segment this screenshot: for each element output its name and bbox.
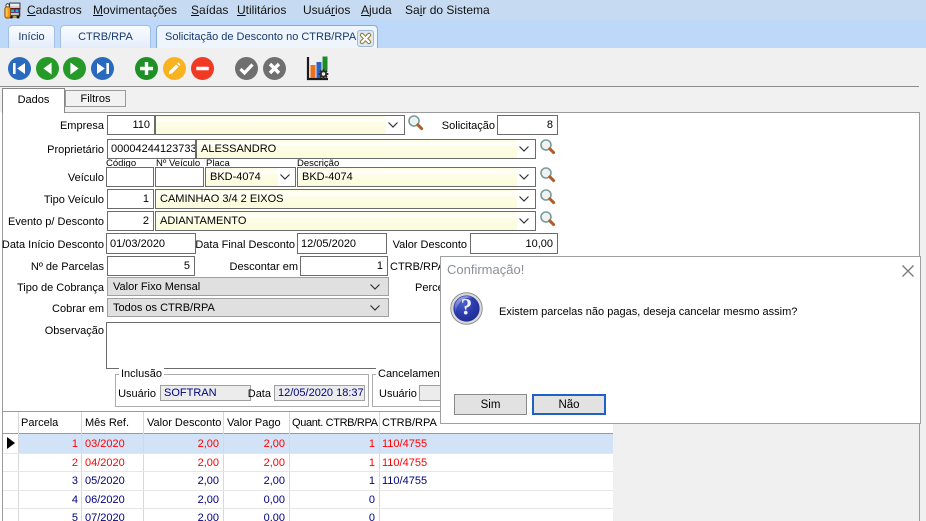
svg-text:?: ? — [461, 295, 473, 320]
